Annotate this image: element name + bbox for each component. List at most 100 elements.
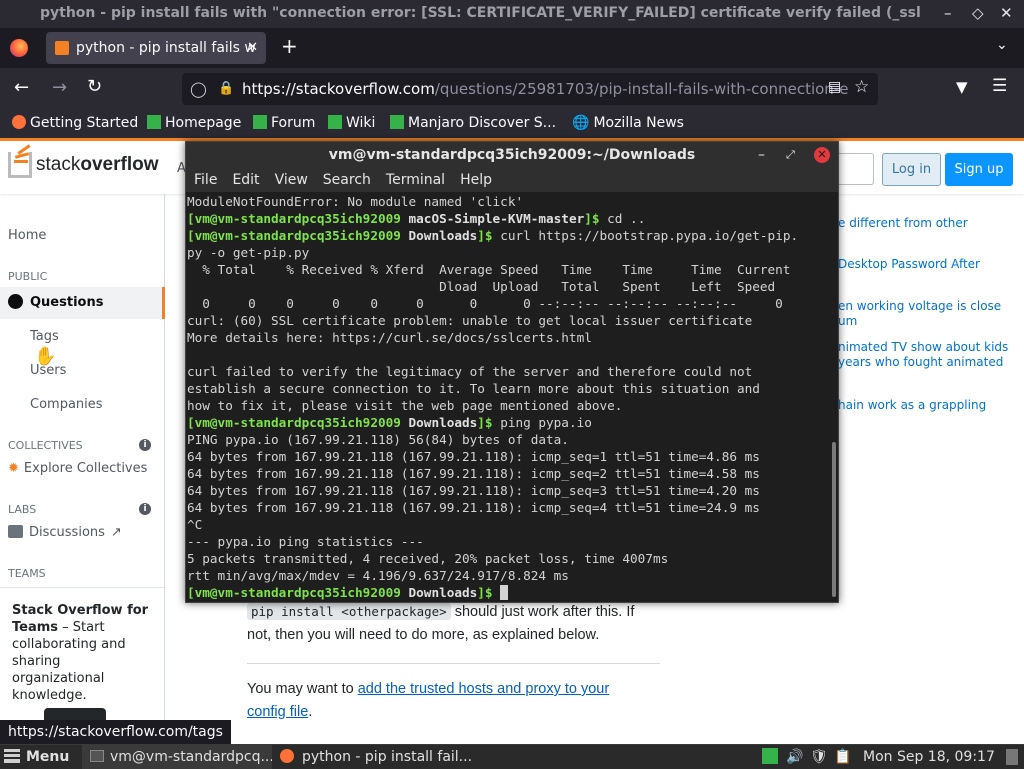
terminal-text: 64 bytes from 167.99.21.118 (167.99.21.1…	[187, 449, 760, 464]
terminal-line: More details here: https://curl.se/docs/…	[187, 329, 831, 346]
signup-button[interactable]: Sign up	[945, 153, 1013, 186]
taskbar: Menu vm@vm-standardpcq... python - pip i…	[0, 744, 1024, 769]
nav-companies[interactable]: Companies	[30, 397, 103, 412]
firefox-icon	[12, 115, 26, 129]
firefox-icon[interactable]	[10, 39, 28, 57]
bookmark-mozilla-news[interactable]: 🌐 Mozilla News	[572, 110, 684, 136]
bookmark-homepage[interactable]: Homepage	[147, 110, 241, 136]
lock-icon[interactable]: 🔒	[218, 73, 234, 105]
reader-view-icon[interactable]: ▤	[828, 79, 841, 95]
pocket-icon[interactable]: ▼	[956, 78, 968, 96]
close-icon[interactable]: ✕	[1000, 0, 1013, 26]
volume-icon[interactable]: 🔊	[786, 745, 803, 769]
terminal-line: --- pypa.io ping statistics ---	[187, 533, 831, 550]
bookmark-forum[interactable]: Forum	[253, 110, 315, 136]
url-bar[interactable]: ◯ 🔒 https://stackoverflow.com/questions/…	[182, 73, 878, 105]
firefox-icon	[280, 749, 294, 763]
terminal-line: PING pypa.io (167.99.21.118) 56(84) byte…	[187, 431, 831, 448]
update-manager-icon[interactable]	[762, 748, 778, 764]
app-menu-icon[interactable]: ☰	[992, 76, 1007, 96]
hot-question-link[interactable]: e different from other	[838, 216, 968, 231]
answer-body: pip install <otherpackage> should just w…	[247, 600, 667, 724]
terminal-line: 64 bytes from 167.99.21.118 (167.99.21.1…	[187, 448, 831, 465]
search-input[interactable]	[838, 153, 874, 185]
trusted-hosts-link[interactable]: add the trusted hosts and proxy to your	[358, 681, 609, 697]
shield-icon[interactable]: ◯	[190, 73, 207, 105]
terminal-output[interactable]: ModuleNotFoundError: No module named 'cl…	[186, 193, 831, 603]
terminal-text: ModuleNotFoundError: No module named 'cl…	[187, 194, 524, 209]
terminal-line: ^C	[187, 516, 831, 533]
terminal-text: establish a secure connection to it. To …	[187, 381, 760, 396]
nav-discussions[interactable]: Discussions ↗	[8, 525, 122, 540]
minimize-icon[interactable]: –	[944, 0, 952, 26]
terminal-text: Dload Upload Total Spent Left Speed	[187, 279, 776, 294]
bookmark-star-icon[interactable]: ☆	[854, 77, 869, 97]
new-tab-icon[interactable]: +	[281, 34, 298, 58]
menu-search[interactable]: Search	[323, 172, 371, 188]
terminal-text: More details here: https://curl.se/docs/…	[187, 330, 592, 345]
bookmark-getting-started[interactable]: Getting Started	[12, 110, 138, 136]
tab-active[interactable]: python - pip install fails w ✕	[46, 32, 266, 64]
prompt-user: [vm@vm-standardpcq35ich92009	[187, 415, 409, 430]
nav-explore-collectives[interactable]: ✹ Explore Collectives	[8, 461, 147, 476]
menu-terminal[interactable]: Terminal	[386, 172, 445, 188]
bookmark-wiki[interactable]: Wiki	[328, 110, 375, 136]
show-desktop-icon[interactable]	[1006, 749, 1018, 765]
terminal-text: % Total % Received % Xferd Average Speed…	[187, 262, 791, 277]
security-icon[interactable]: 🛡	[810, 745, 828, 769]
so-logo[interactable]: stackoverflow	[36, 154, 158, 176]
info-icon[interactable]: i	[139, 503, 151, 515]
nav-section-teams: TEAMS	[8, 567, 46, 580]
terminal-text: 0 0 0 0 0 0 0 0 --:--:-- --:--:-- --:--:…	[187, 296, 783, 311]
window-title: python - pip install fails with "connect…	[40, 5, 920, 21]
tab-close-icon[interactable]: ✕	[247, 32, 258, 64]
menu-file[interactable]: File	[194, 172, 217, 188]
terminal-text: curl failed to verify the legitimacy of …	[187, 364, 753, 379]
forward-icon[interactable]: →	[52, 77, 67, 98]
hot-question-link[interactable]: en working voltage is close	[838, 299, 1001, 314]
clipboard-icon[interactable]: 📋	[834, 745, 851, 769]
terminal-line: [vm@vm-standardpcq35ich92009 Downloads]$…	[187, 227, 831, 244]
terminal-text: --- pypa.io ping statistics ---	[187, 534, 424, 549]
list-tabs-icon[interactable]: ⌄	[996, 37, 1008, 53]
bookmark-manjaro-discover[interactable]: Manjaro Discover S...	[390, 110, 556, 136]
terminal-line: py -o get-pip.py	[187, 244, 831, 261]
hot-question-link[interactable]: years who fought animated	[838, 355, 1003, 370]
terminal-minimize-icon[interactable]: –	[758, 142, 765, 168]
nav-home[interactable]: Home	[8, 228, 46, 243]
menu-help[interactable]: Help	[460, 172, 492, 188]
login-button[interactable]: Log in	[882, 153, 941, 186]
terminal-window[interactable]: vm@vm-standardpcq35ich92009:~/Downloads …	[185, 141, 839, 603]
start-menu-button[interactable]: Menu	[4, 745, 69, 769]
terminal-scrollbar[interactable]	[832, 442, 836, 597]
terminal-cursor	[500, 585, 509, 600]
hot-question-link[interactable]: Desktop Password After	[838, 257, 980, 272]
terminal-text: py -o get-pip.py	[187, 245, 310, 260]
terminal-line: 64 bytes from 167.99.21.118 (167.99.21.1…	[187, 482, 831, 499]
terminal-close-icon[interactable]: ✕	[814, 147, 830, 163]
nav-questions[interactable]: Questions	[0, 287, 165, 319]
taskbar-firefox[interactable]: python - pip install fail...	[276, 745, 476, 769]
hot-question-link[interactable]: hain work as a grappling	[838, 398, 986, 413]
globe-icon: 🌐	[572, 115, 590, 131]
terminal-maximize-icon[interactable]: ⤢	[786, 142, 795, 168]
terminal-text: ping pypa.io	[500, 415, 592, 430]
back-icon[interactable]: ←	[14, 77, 29, 98]
reload-icon[interactable]: ↻	[87, 76, 102, 97]
taskbar-terminal[interactable]: vm@vm-standardpcq...	[82, 745, 272, 769]
menu-edit[interactable]: Edit	[232, 172, 259, 188]
terminal-icon	[90, 750, 104, 762]
info-icon[interactable]: i	[139, 439, 151, 451]
config-file-link[interactable]: config file	[247, 704, 308, 720]
nav-tags[interactable]: Tags	[30, 329, 59, 344]
menu-view[interactable]: View	[275, 172, 308, 188]
hot-question-link[interactable]: nimated TV show about kids	[838, 340, 1008, 355]
clock[interactable]: Mon Sep 18, 09:17	[863, 745, 995, 769]
hot-question-link[interactable]: um	[838, 314, 857, 329]
prompt-dir: Downloads	[408, 585, 478, 600]
terminal-titlebar[interactable]: vm@vm-standardpcq35ich92009:~/Downloads …	[186, 142, 838, 168]
maximize-icon[interactable]: ◇	[972, 0, 984, 26]
prompt-dir: Downloads	[408, 228, 478, 243]
globe-icon	[8, 294, 23, 309]
answer-text: not, then you will need to do more, as e…	[247, 627, 600, 643]
